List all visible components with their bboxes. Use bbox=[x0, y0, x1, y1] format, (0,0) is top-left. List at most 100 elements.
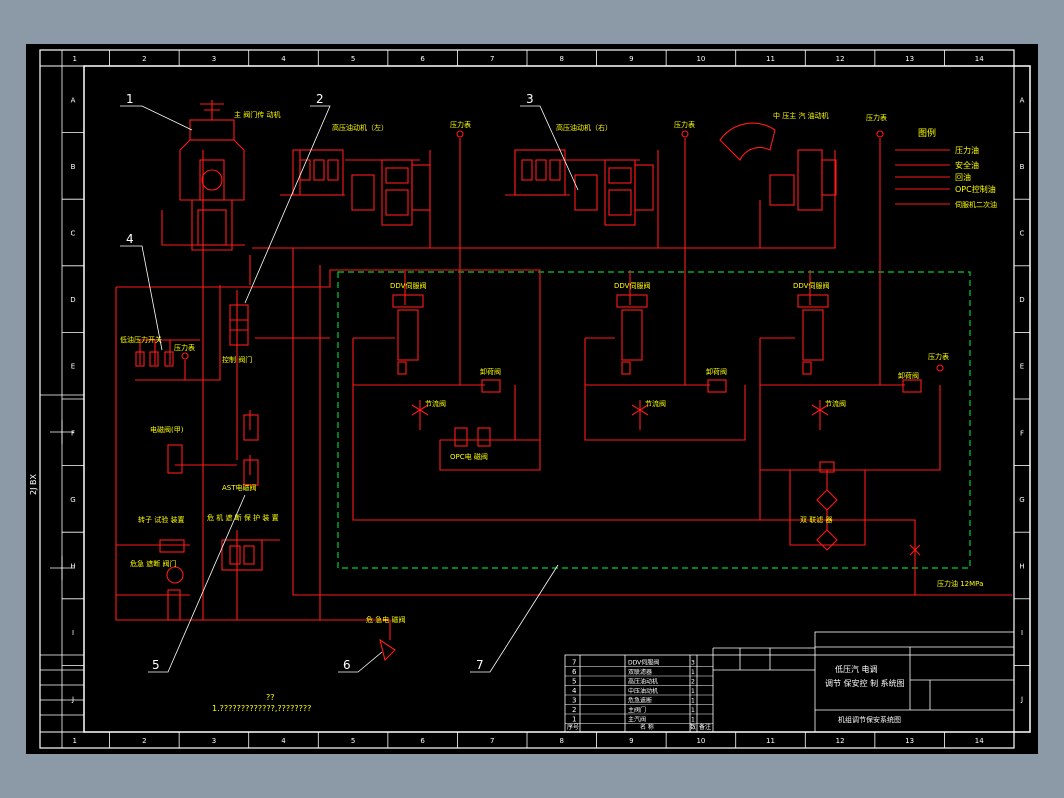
col-number-top: 1 bbox=[73, 55, 77, 63]
cad-drawing-canvas: 11223344556677889910101111121213131414 A… bbox=[26, 44, 1038, 754]
col-number-top: 3 bbox=[212, 55, 216, 63]
drawing-name: 机组调节保安系统图 bbox=[838, 715, 901, 724]
bom-row-qty: 3 bbox=[691, 660, 695, 667]
col-number-top: 14 bbox=[975, 55, 984, 63]
col-number-bottom: 12 bbox=[836, 737, 845, 745]
label-gauge-3: 压力表 bbox=[866, 113, 887, 122]
col-number-top: 13 bbox=[905, 55, 914, 63]
bom-row-qty: 1 bbox=[691, 669, 695, 676]
legend-item-4: 伺服机二次油 bbox=[955, 200, 997, 209]
row-letter-right: E bbox=[1020, 363, 1024, 371]
label-filter: 双 联滤 器 bbox=[800, 515, 832, 524]
col-number-bottom: 4 bbox=[281, 737, 286, 745]
col-number-bottom: 14 bbox=[975, 737, 984, 745]
label-supply-pressure: 压力油 12MPa bbox=[937, 579, 983, 588]
row-letter-right: I bbox=[1021, 629, 1023, 637]
note-marks: ?? bbox=[266, 693, 275, 702]
bom-row-number: 3 bbox=[572, 697, 576, 705]
row-letter-left: B bbox=[71, 163, 76, 171]
bom-row-qty: 1 bbox=[691, 698, 695, 705]
col-number-top: 4 bbox=[281, 55, 286, 63]
bom-row-qty: 1 bbox=[691, 707, 695, 714]
col-number-top: 5 bbox=[351, 55, 355, 63]
legend-item-0: 压力油 bbox=[955, 145, 979, 155]
col-number-top: 7 bbox=[490, 55, 494, 63]
bom-row-name: 主阀门 bbox=[628, 706, 646, 714]
bom-header-no: 序号 bbox=[567, 723, 579, 731]
row-letter-left: F bbox=[71, 429, 75, 437]
label-ast: AST电磁阀 bbox=[222, 483, 257, 492]
bom-row-number: 7 bbox=[572, 659, 576, 667]
col-number-top: 8 bbox=[560, 55, 564, 63]
bom-header-qty: 数 bbox=[690, 723, 696, 731]
label-unload-1: 卸荷阀 bbox=[480, 367, 501, 376]
label-rotor-check: 转子 试验 装置 bbox=[138, 515, 184, 524]
bom-row-number: 4 bbox=[572, 687, 577, 695]
row-letter-right: A bbox=[1020, 96, 1025, 104]
col-number-bottom: 1 bbox=[73, 737, 77, 745]
bom-row-qty: 1 bbox=[691, 688, 695, 695]
legend-item-1: 安全油 bbox=[955, 160, 979, 170]
col-number-top: 12 bbox=[836, 55, 845, 63]
label-unload-3: 卸荷阀 bbox=[898, 371, 919, 380]
label-drain-solenoid: 危 急电 磁阀 bbox=[366, 615, 405, 624]
row-letter-right: B bbox=[1020, 163, 1025, 171]
callout-4: 4 bbox=[126, 232, 134, 246]
bom-row-number: 2 bbox=[572, 706, 576, 714]
col-number-top: 2 bbox=[142, 55, 146, 63]
label-overspeed: 危 机 遮 断 保 护 装 置 bbox=[207, 513, 279, 522]
label-mp-actuator: 中 压主 汽 油动机 bbox=[773, 111, 829, 120]
title-line-2: 调节 保安控 制 系统图 bbox=[825, 678, 905, 688]
label-gauge-5: 压力表 bbox=[174, 343, 195, 352]
bom-row-qty: 2 bbox=[691, 679, 695, 686]
label-throttle-3: 节流阀 bbox=[825, 399, 846, 408]
label-unload-2: 卸荷阀 bbox=[706, 367, 727, 376]
col-number-bottom: 3 bbox=[212, 737, 216, 745]
col-number-bottom: 6 bbox=[420, 737, 425, 745]
bom-row-number: 5 bbox=[572, 678, 576, 686]
legend-title: 图例 bbox=[918, 127, 936, 139]
label-trip-device: 危急 遮断 阀门 bbox=[130, 559, 176, 568]
col-number-bottom: 5 bbox=[351, 737, 355, 745]
col-number-bottom: 8 bbox=[560, 737, 564, 745]
bom-row-name: 双联滤器 bbox=[628, 668, 652, 676]
label-control-gate: 控制 阀门 bbox=[222, 355, 252, 364]
label-ddv-2: DDV伺服阀 bbox=[614, 281, 650, 290]
label-throttle-1: 节流阀 bbox=[425, 399, 446, 408]
bom-row-name: DDV伺服阀 bbox=[628, 659, 659, 667]
note-text: 1.?????????????,???????? bbox=[212, 704, 311, 713]
col-number-top: 11 bbox=[766, 55, 775, 63]
row-letter-left: H bbox=[70, 563, 75, 571]
row-letter-right: J bbox=[1020, 696, 1023, 704]
side-text: 2J BX bbox=[29, 474, 38, 495]
bom-header-name: 名 称 bbox=[640, 723, 654, 731]
legend-item-3: OPC控制油 bbox=[955, 184, 996, 194]
row-letter-right: G bbox=[1019, 496, 1024, 504]
label-ddv-1: DDV伺服阀 bbox=[390, 281, 426, 290]
row-letter-right: F bbox=[1020, 429, 1024, 437]
legend-item-2: 回油 bbox=[955, 172, 971, 182]
title-line-1: 低压汽 电调 bbox=[835, 664, 878, 674]
row-letter-left: A bbox=[71, 96, 76, 104]
row-letter-left: C bbox=[71, 230, 76, 238]
bom-row-name: 中压油动机 bbox=[628, 687, 658, 695]
bom-row-name: 主汽阀 bbox=[628, 716, 646, 724]
callout-6: 6 bbox=[343, 658, 351, 672]
col-number-bottom: 11 bbox=[766, 737, 775, 745]
col-number-bottom: 9 bbox=[629, 737, 633, 745]
label-hp-left: 高压油动机（左） bbox=[332, 123, 388, 132]
label-main-actuator: 主 阀门传 动机 bbox=[234, 110, 280, 119]
bom-row-number: 1 bbox=[572, 716, 576, 724]
label-gauge-1: 压力表 bbox=[450, 120, 471, 129]
row-letter-left: E bbox=[71, 363, 75, 371]
label-gauge-4: 压力表 bbox=[928, 352, 949, 361]
bom-header-note: 备注 bbox=[699, 723, 711, 731]
bom-row-number: 6 bbox=[572, 668, 577, 676]
col-number-top: 10 bbox=[696, 55, 705, 63]
label-pressure-switch: 低油压力开关 bbox=[120, 335, 162, 344]
col-number-bottom: 10 bbox=[696, 737, 705, 745]
bom-row-name: 危急遮断 bbox=[628, 697, 652, 705]
callout-1: 1 bbox=[126, 92, 134, 106]
col-number-bottom: 7 bbox=[490, 737, 494, 745]
bom-row-qty: 1 bbox=[691, 717, 695, 724]
